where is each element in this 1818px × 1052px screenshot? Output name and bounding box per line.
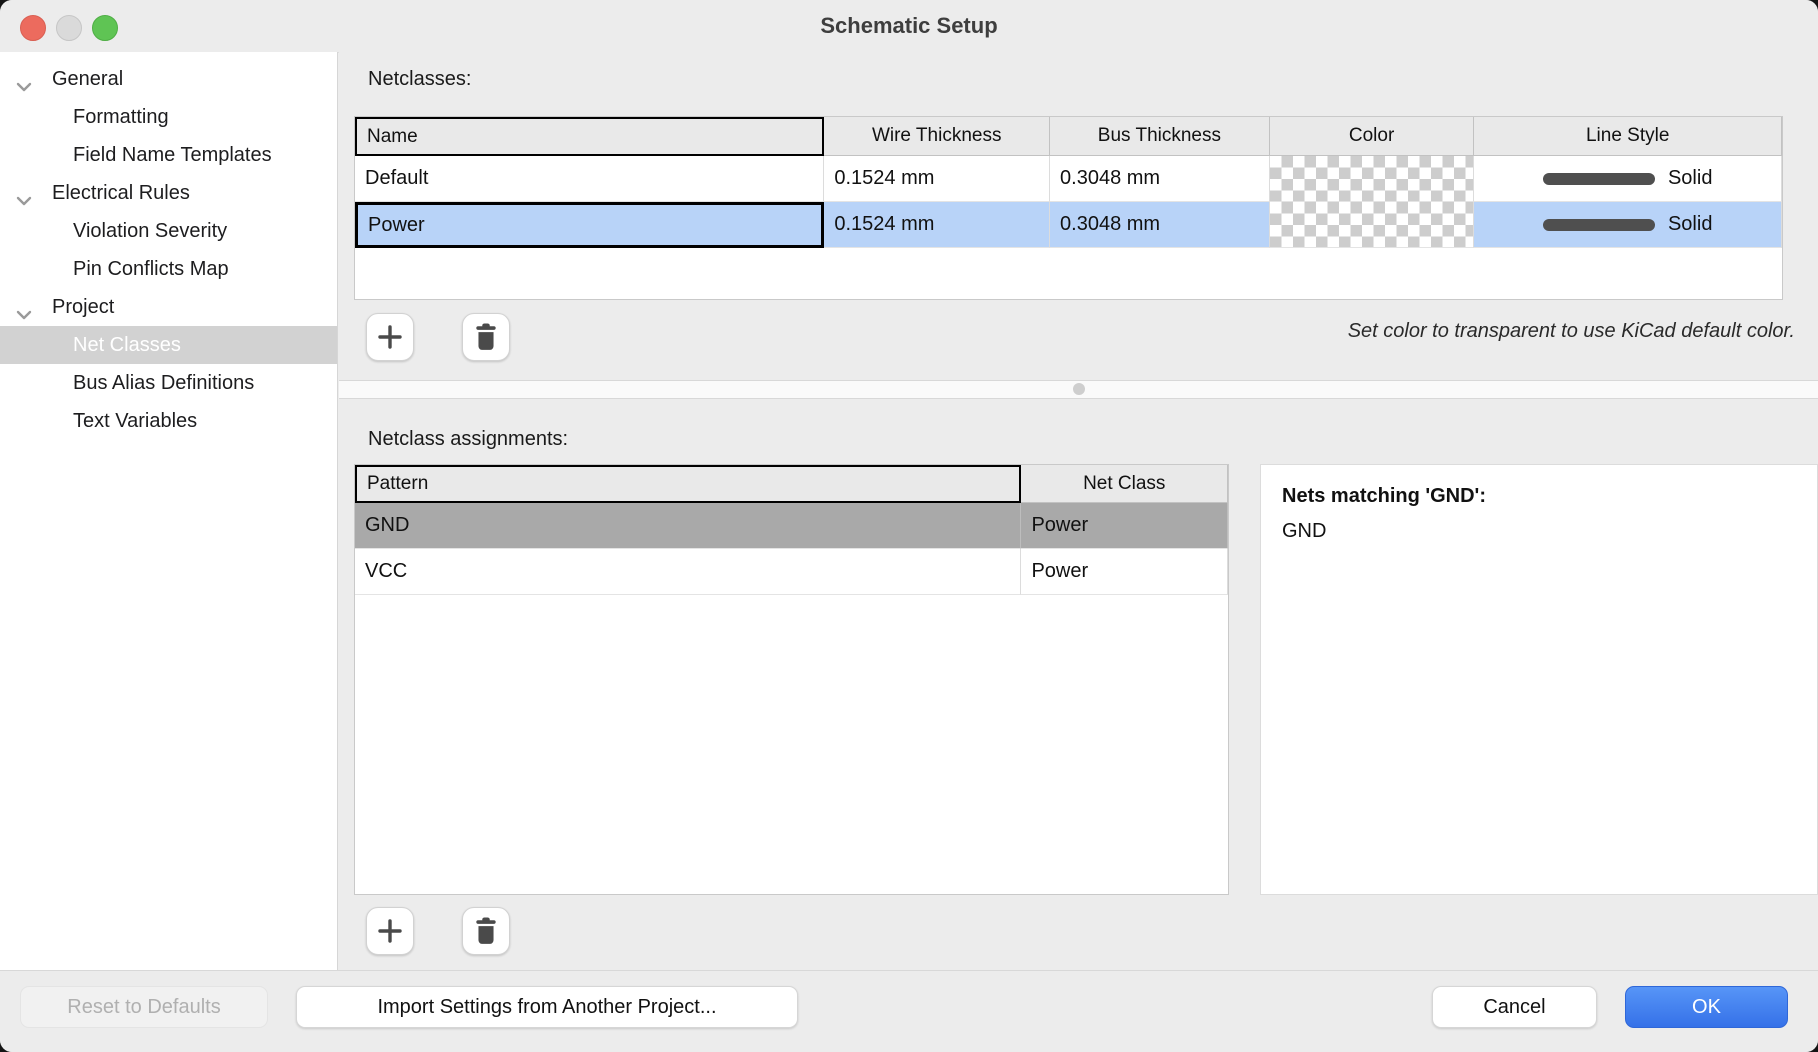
column-header-color[interactable]: Color [1270,117,1475,156]
column-header-pattern[interactable]: Pattern [355,465,1021,503]
window-title: Schematic Setup [0,0,1818,52]
netclass-assignments-grid: Pattern Net Class GND Power VCC Power [354,464,1229,895]
sidebar-item-label: Text Variables [73,410,197,433]
sidebar-item-formatting[interactable]: Formatting [0,98,337,136]
sidebar-item-project[interactable]: Project [0,288,337,326]
cell-net-class[interactable]: Power [1021,503,1228,549]
matching-nets-panel: Nets matching 'GND': GND [1260,464,1818,895]
chevron-down-icon[interactable] [16,303,32,326]
cell-color-swatch-transparent[interactable] [1270,156,1475,202]
sidebar-item-label: Net Classes [73,334,181,357]
cell-net-class[interactable]: Power [1021,549,1228,595]
assignments-label: Netclass assignments: [368,428,568,451]
matching-net-item: GND [1282,516,1817,546]
cancel-button[interactable]: Cancel [1432,986,1597,1028]
add-assignment-button[interactable] [366,907,414,955]
reset-to-defaults-button: Reset to Defaults [20,986,268,1028]
cell-line-style[interactable]: Solid [1474,202,1782,248]
sidebar-item-general[interactable]: General [0,60,337,98]
sidebar-item-label: Bus Alias Definitions [73,372,254,395]
line-style-label: Solid [1668,213,1712,236]
cell-bus-thickness[interactable]: 0.3048 mm [1050,156,1270,202]
sidebar-item-label: Electrical Rules [52,182,190,205]
delete-assignment-button[interactable] [462,907,510,955]
add-netclass-button[interactable] [366,313,414,361]
sidebar-item-label: Pin Conflicts Map [73,258,229,281]
sidebar-item-bus-alias-definitions[interactable]: Bus Alias Definitions [0,364,337,402]
sidebar-item-label: Violation Severity [73,220,227,243]
column-header-net-class[interactable]: Net Class [1021,465,1228,503]
column-header-wire-thickness[interactable]: Wire Thickness [824,117,1050,156]
netclasses-grid: Name Wire Thickness Bus Thickness Color … [354,116,1783,300]
solid-line-swatch-icon [1543,219,1655,231]
assignments-header-row: Pattern Net Class [355,465,1228,503]
netclasses-header-row: Name Wire Thickness Bus Thickness Color … [355,117,1782,156]
plus-icon [377,324,403,350]
cell-line-style[interactable]: Solid [1474,156,1782,202]
sidebar-item-electrical-rules[interactable]: Electrical Rules [0,174,337,212]
transparency-checker [1270,156,1474,201]
sidebar-item-label: Field Name Templates [73,144,272,167]
plus-icon [377,918,403,944]
solid-line-swatch-icon [1543,173,1655,185]
schematic-setup-dialog: Schematic Setup General Formatting Field… [0,0,1818,1052]
dialog-footer: Reset to Defaults Import Settings from A… [0,970,1818,1052]
sidebar-item-net-classes[interactable]: Net Classes [0,326,337,364]
assignment-row-vcc: VCC Power [355,549,1228,595]
settings-tree: General Formatting Field Name Templates … [0,52,338,971]
chevron-down-icon[interactable] [16,75,32,98]
cell-bus-thickness[interactable]: 0.3048 mm [1050,202,1270,248]
column-header-bus-thickness[interactable]: Bus Thickness [1050,117,1270,156]
cell-color-swatch-transparent[interactable] [1270,202,1475,248]
cell-name-focused[interactable]: Power [355,202,824,248]
chevron-down-icon[interactable] [16,189,32,212]
net-classes-page: Netclasses: Name Wire Thickness Bus Thic… [339,52,1818,971]
cell-wire-thickness[interactable]: 0.1524 mm [824,156,1050,202]
sidebar-item-label: Formatting [73,106,169,129]
assignment-row-gnd: GND Power [355,503,1228,549]
sidebar-item-text-variables[interactable]: Text Variables [0,402,337,440]
sidebar-item-field-name-templates[interactable]: Field Name Templates [0,136,337,174]
splitter-handle-icon [1073,383,1085,395]
cell-pattern[interactable]: VCC [355,549,1021,595]
column-header-name[interactable]: Name [355,117,824,156]
netclass-row-default: Default 0.1524 mm 0.3048 mm Solid [355,156,1782,202]
transparent-color-hint: Set color to transparent to use KiCad de… [1348,320,1795,343]
sidebar-item-label: General [52,68,123,91]
matching-nets-title: Nets matching 'GND': [1282,481,1817,511]
sidebar-item-violation-severity[interactable]: Violation Severity [0,212,337,250]
column-header-line-style[interactable]: Line Style [1474,117,1782,156]
trash-icon [473,917,499,945]
sidebar-item-pin-conflicts-map[interactable]: Pin Conflicts Map [0,250,337,288]
line-style-label: Solid [1668,167,1712,190]
cell-wire-thickness[interactable]: 0.1524 mm [824,202,1050,248]
import-settings-button[interactable]: Import Settings from Another Project... [296,986,798,1028]
sidebar-item-label: Project [52,296,114,319]
cell-name[interactable]: Default [355,156,824,202]
ok-button[interactable]: OK [1625,986,1788,1028]
transparency-checker [1270,202,1474,247]
panel-splitter[interactable] [339,380,1818,399]
cell-pattern[interactable]: GND [355,503,1021,549]
delete-netclass-button[interactable] [462,313,510,361]
titlebar: Schematic Setup [0,0,1818,53]
trash-icon [473,323,499,351]
netclass-row-power: Power 0.1524 mm 0.3048 mm Solid [355,202,1782,248]
netclasses-label: Netclasses: [368,68,471,91]
